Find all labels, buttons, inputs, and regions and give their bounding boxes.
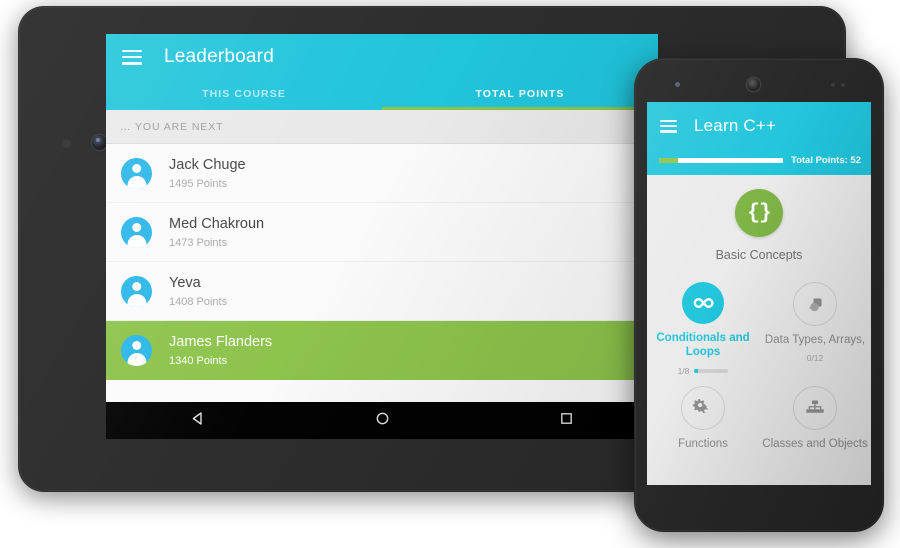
phone-camera-icon xyxy=(747,78,760,91)
phone-flash-icon xyxy=(675,82,680,87)
module-tile-progress: 1/8 xyxy=(678,366,729,376)
course-modules-body: {} Basic Concepts Conditionals and Loops xyxy=(647,175,871,485)
list-item[interactable]: Med Chakroun 1473 Points xyxy=(106,203,658,262)
module-tile-label: Conditionals and Loops xyxy=(656,332,750,359)
data-shapes-icon xyxy=(793,282,837,326)
leaderboard-appbar-row: Leaderboard xyxy=(106,34,658,80)
list-item-points: 1340 Points xyxy=(169,355,228,368)
list-item-text: Jack Chuge 1495 Points xyxy=(169,156,246,190)
phone-device: Learn C++ Total Points: 52 {} Basic Conc… xyxy=(634,58,884,532)
avatar xyxy=(121,157,152,189)
gears-icon xyxy=(681,385,725,430)
course-appbar-row: Learn C++ xyxy=(647,102,871,150)
course-appbar: Learn C++ Total Points: 52 xyxy=(647,102,871,175)
you-are-next-banner: … YOU ARE NEXT xyxy=(106,110,658,144)
hamburger-menu-icon[interactable] xyxy=(660,119,677,133)
module-progress-bar xyxy=(694,368,729,373)
tablet-camera-icon xyxy=(92,135,107,150)
list-item-points: 1408 Points xyxy=(169,296,228,309)
leaderboard-tabs: THIS COURSE TOTAL POINTS xyxy=(106,80,658,110)
module-tile-conditionals-and-loops[interactable]: Conditionals and Loops 1/8 xyxy=(647,276,759,376)
phone-screen: Learn C++ Total Points: 52 {} Basic Conc… xyxy=(647,102,871,485)
list-item-name: Yeva xyxy=(169,274,201,291)
hamburger-menu-icon[interactable] xyxy=(122,49,142,65)
phone-sensor xyxy=(841,83,845,87)
list-item-points: 1495 Points xyxy=(169,178,228,191)
screenshot-stage: Leaderboard THIS COURSE TOTAL POINTS … Y… xyxy=(0,0,900,548)
module-tiles-grid: Conditionals and Loops 1/8 Data Types, A… xyxy=(647,276,871,451)
infinity-icon xyxy=(682,282,724,324)
home-circle-icon[interactable] xyxy=(375,411,390,431)
tablet-screen: Leaderboard THIS COURSE TOTAL POINTS … Y… xyxy=(106,34,658,439)
tab-this-course[interactable]: THIS COURSE xyxy=(106,80,382,110)
module-tile-data-types-arrays[interactable]: Data Types, Arrays, 0/12 xyxy=(759,276,871,376)
module-progress-text: 0/12 xyxy=(806,353,824,364)
list-item[interactable]: Jack Chuge 1495 Points xyxy=(106,144,658,203)
leaderboard-appbar: Leaderboard THIS COURSE TOTAL POINTS xyxy=(106,34,658,110)
tablet-sensor xyxy=(62,139,71,148)
phone-sensor xyxy=(831,83,835,87)
avatar xyxy=(121,216,152,248)
avatar xyxy=(121,275,152,307)
hero-glyph: {} xyxy=(747,201,771,225)
hero-label: Basic Concepts xyxy=(715,248,803,262)
module-tile-classes-and-objects[interactable]: Classes and Objects xyxy=(759,380,871,451)
tab-total-points[interactable]: TOTAL POINTS xyxy=(382,80,658,110)
avatar xyxy=(121,334,152,366)
course-progress-fill xyxy=(659,157,678,163)
page-title: Leaderboard xyxy=(164,46,274,67)
course-progress-bar xyxy=(659,157,783,163)
module-progress-text: 1/8 xyxy=(677,365,690,376)
curly-braces-icon: {} xyxy=(735,189,783,237)
list-item-name: Med Chakroun xyxy=(169,215,265,232)
list-item-highlighted[interactable]: James Flanders 1340 Points xyxy=(106,321,658,380)
list-item-text: Med Chakroun 1473 Points xyxy=(169,215,264,249)
course-title: Learn C++ xyxy=(694,116,777,135)
list-item[interactable]: Yeva 1408 Points xyxy=(106,262,658,321)
list-item-text: Yeva 1408 Points xyxy=(169,274,227,308)
module-tile-functions[interactable]: Functions xyxy=(647,380,759,451)
module-tile-label: Functions xyxy=(678,437,728,450)
leaderboard-list: Jack Chuge 1495 Points Med Chakroun 1473… xyxy=(106,144,658,380)
module-tile-label: Data Types, Arrays, xyxy=(764,334,866,346)
hierarchy-icon xyxy=(793,385,837,430)
back-triangle-icon[interactable] xyxy=(191,411,206,431)
you-are-next-label: … YOU ARE NEXT xyxy=(120,120,224,133)
module-tile-progress: 0/12 xyxy=(807,353,824,363)
recents-square-icon[interactable] xyxy=(559,411,574,431)
total-points-label: Total Points: 52 xyxy=(790,154,861,166)
course-progress-row: Total Points: 52 xyxy=(647,150,871,170)
list-item-text: James Flanders 1340 Points xyxy=(169,333,272,367)
hero-module[interactable]: {} Basic Concepts xyxy=(647,189,871,262)
android-navigation-bar xyxy=(106,402,658,439)
list-item-name: James Flanders xyxy=(169,333,273,350)
module-progress-fill xyxy=(694,368,699,373)
list-item-name: Jack Chuge xyxy=(169,156,246,173)
list-item-points: 1473 Points xyxy=(169,237,228,250)
module-tile-label: Classes and Objects xyxy=(762,437,868,450)
